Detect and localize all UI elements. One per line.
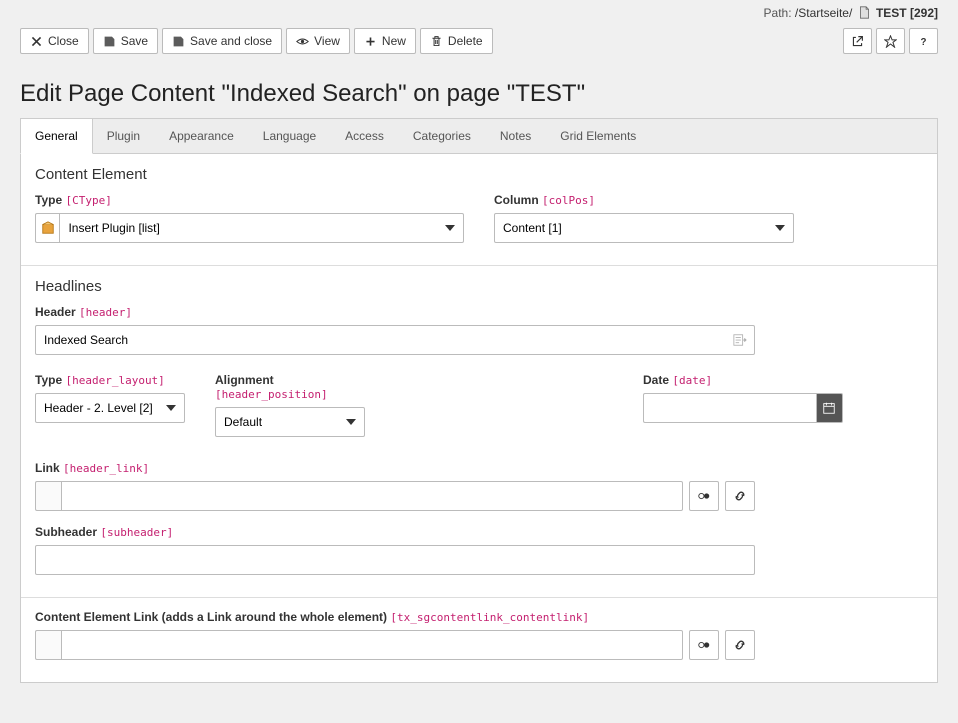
tab-notes[interactable]: Notes bbox=[486, 119, 546, 153]
date-label: Date [date] bbox=[643, 373, 843, 387]
path-root-link[interactable]: /Startseite/ bbox=[795, 6, 852, 20]
section-content-element: Content Element Type [CType] Insert Plug… bbox=[21, 154, 937, 266]
link-icon bbox=[733, 638, 747, 652]
tab-language[interactable]: Language bbox=[249, 119, 331, 153]
content-link-input[interactable] bbox=[61, 630, 683, 660]
section-heading: Content Element bbox=[35, 166, 923, 183]
content-link-prefix bbox=[35, 630, 61, 660]
link-icon bbox=[733, 489, 747, 503]
toolbar: Close Save Save and close View New Delet… bbox=[0, 24, 958, 62]
path-page: TEST bbox=[876, 6, 907, 20]
header-link-input[interactable] bbox=[61, 481, 683, 511]
help-icon: ? bbox=[917, 35, 930, 48]
close-button[interactable]: Close bbox=[20, 28, 89, 54]
plugin-icon bbox=[35, 213, 59, 243]
date-input[interactable] bbox=[643, 393, 816, 423]
subheader-input[interactable] bbox=[35, 545, 755, 575]
header-input[interactable] bbox=[35, 325, 755, 355]
link-browser-button[interactable] bbox=[725, 481, 755, 511]
form-panel: Content Element Type [CType] Insert Plug… bbox=[20, 153, 938, 683]
view-button[interactable]: View bbox=[286, 28, 350, 54]
tab-categories[interactable]: Categories bbox=[399, 119, 486, 153]
star-icon bbox=[884, 35, 897, 48]
new-button[interactable]: New bbox=[354, 28, 416, 54]
breadcrumb: Path: /Startseite/ TEST [292] bbox=[0, 0, 958, 24]
tabs: General Plugin Appearance Language Acces… bbox=[20, 118, 938, 153]
ctype-label: Type [CType] bbox=[35, 193, 464, 207]
save-button[interactable]: Save bbox=[93, 28, 158, 54]
tab-appearance[interactable]: Appearance bbox=[155, 119, 249, 153]
section-headlines: Headlines Header [header] Type [header_l… bbox=[21, 266, 937, 598]
date-picker-button[interactable] bbox=[816, 393, 844, 423]
save-close-button[interactable]: Save and close bbox=[162, 28, 282, 54]
close-icon bbox=[30, 35, 43, 48]
external-icon bbox=[851, 35, 864, 48]
subheader-label: Subheader [subheader] bbox=[35, 525, 755, 539]
tab-plugin[interactable]: Plugin bbox=[93, 119, 155, 153]
content-link-browser-button[interactable] bbox=[725, 630, 755, 660]
section-content-link: Content Element Link (adds a Link around… bbox=[21, 598, 937, 682]
link-prefix bbox=[35, 481, 61, 511]
toggle-icon bbox=[697, 638, 711, 652]
calendar-icon bbox=[822, 401, 836, 415]
tab-access[interactable]: Access bbox=[331, 119, 399, 153]
tab-grid-elements[interactable]: Grid Elements bbox=[546, 119, 651, 153]
save-close-icon bbox=[172, 35, 185, 48]
content-link-label: Content Element Link (adds a Link around… bbox=[35, 610, 755, 624]
content-link-toggle-button[interactable] bbox=[689, 630, 719, 660]
open-external-button[interactable] bbox=[843, 28, 872, 54]
colpos-select[interactable]: Content [1] bbox=[494, 213, 794, 243]
save-icon bbox=[103, 35, 116, 48]
header-link-label: Link [header_link] bbox=[35, 461, 755, 475]
link-toggle-button[interactable] bbox=[689, 481, 719, 511]
header-position-select[interactable]: Default bbox=[215, 407, 365, 437]
svg-text:?: ? bbox=[921, 36, 927, 47]
header-position-label: Alignment [header_position] bbox=[215, 373, 365, 401]
eye-icon bbox=[296, 35, 309, 48]
tab-general[interactable]: General bbox=[20, 118, 93, 154]
ctype-select[interactable]: Insert Plugin [list] bbox=[59, 213, 464, 243]
delete-button[interactable]: Delete bbox=[420, 28, 493, 54]
header-layout-select[interactable]: Header - 2. Level [2] bbox=[35, 393, 185, 423]
path-uid: [292] bbox=[910, 6, 938, 20]
section-heading: Headlines bbox=[35, 278, 923, 295]
bookmark-button[interactable] bbox=[876, 28, 905, 54]
toggle-icon bbox=[697, 489, 711, 503]
colpos-label: Column [colPos] bbox=[494, 193, 794, 207]
page-icon bbox=[858, 6, 871, 19]
page-title: Edit Page Content "Indexed Search" on pa… bbox=[0, 62, 958, 118]
plus-icon bbox=[364, 35, 377, 48]
header-label: Header [header] bbox=[35, 305, 755, 319]
help-button[interactable]: ? bbox=[909, 28, 938, 54]
trash-icon bbox=[430, 35, 443, 48]
header-layout-label: Type [header_layout] bbox=[35, 373, 185, 387]
path-label: Path: bbox=[764, 6, 792, 20]
